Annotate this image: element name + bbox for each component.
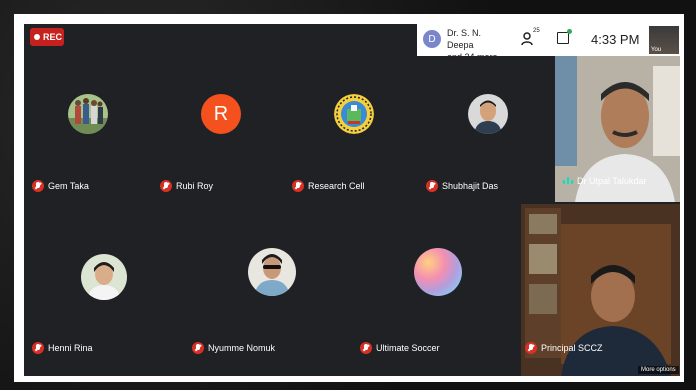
recording-badge: REC bbox=[30, 28, 64, 46]
chat-notification-dot bbox=[567, 29, 572, 34]
person-photo-icon bbox=[468, 94, 508, 134]
participant-name: Rubi Roy bbox=[176, 181, 214, 191]
speaking-indicator-icon bbox=[563, 176, 573, 186]
participant-name: Henni Rina bbox=[48, 343, 93, 353]
top-bar: D Dr. S. N. Deepa and 24 more 25 4:33 PM… bbox=[417, 24, 680, 62]
presenter-avatar[interactable]: D bbox=[423, 30, 441, 48]
participant-video-principal-sccz[interactable]: Principal SCCZ bbox=[521, 204, 680, 376]
record-dot-icon bbox=[34, 34, 40, 40]
participant-name: Ultimate Soccer bbox=[376, 343, 440, 353]
participant-video-dr-utpal-talukdar[interactable]: Dr Utpal Talukdar bbox=[555, 56, 680, 202]
participant-name-row: Rubi Roy bbox=[160, 180, 213, 192]
people-count-badge: 25 bbox=[533, 28, 540, 34]
avatar bbox=[248, 248, 296, 296]
mic-off-icon bbox=[160, 180, 172, 192]
participant-name-row: Ultimate Soccer bbox=[360, 342, 440, 354]
participant-name-row: Henni Rina bbox=[32, 342, 93, 354]
clock-time: 4:33 PM bbox=[591, 32, 640, 47]
presenter-info[interactable]: Dr. S. N. Deepa and 24 more bbox=[447, 27, 507, 63]
mic-off-icon bbox=[32, 180, 44, 192]
participant-name: Research Cell bbox=[308, 181, 365, 191]
mic-off-icon bbox=[292, 180, 304, 192]
person-photo-icon bbox=[248, 248, 296, 296]
participant-name-row: Nyumme Nomuk bbox=[192, 342, 275, 354]
people-icon[interactable] bbox=[521, 32, 537, 46]
self-view-label: You bbox=[651, 47, 662, 53]
group-photo-icon bbox=[68, 94, 108, 134]
avatar-letter: R bbox=[201, 94, 241, 134]
mic-off-icon bbox=[525, 342, 537, 354]
participant-name-row: Research Cell bbox=[292, 180, 365, 192]
avatar bbox=[468, 94, 508, 134]
meeting-grid: REC D Dr. S. N. Deepa and 24 more 25 4:3… bbox=[24, 24, 680, 376]
participant-name-row: Principal SCCZ bbox=[525, 342, 603, 354]
chat-icon[interactable] bbox=[557, 32, 569, 44]
mic-off-icon bbox=[360, 342, 372, 354]
presenter-name: Dr. S. N. Deepa bbox=[447, 28, 482, 50]
emblem-logo-icon bbox=[334, 94, 374, 134]
participant-name: Dr Utpal Talukdar bbox=[577, 176, 647, 186]
participant-name: Shubhajit Das bbox=[442, 181, 499, 191]
participant-name-row: Gem Taka bbox=[32, 180, 89, 192]
participant-name: Principal SCCZ bbox=[541, 343, 603, 353]
more-options-label[interactable]: More options bbox=[638, 366, 679, 374]
mic-off-icon bbox=[192, 342, 204, 354]
participant-name-row: Dr Utpal Talukdar bbox=[563, 176, 646, 186]
person-photo-icon bbox=[81, 254, 127, 300]
participant-name-row: Shubhajit Das bbox=[426, 180, 498, 192]
avatar bbox=[68, 94, 108, 134]
mic-off-icon bbox=[426, 180, 438, 192]
avatar bbox=[334, 94, 374, 134]
recording-label: REC bbox=[43, 32, 63, 42]
presenter-more: and 24 more bbox=[447, 52, 498, 62]
mic-off-icon bbox=[32, 342, 44, 354]
avatar bbox=[81, 254, 127, 300]
participant-name: Gem Taka bbox=[48, 181, 89, 191]
avatar-gradient bbox=[414, 248, 462, 296]
self-view-thumbnail[interactable]: You bbox=[649, 26, 679, 54]
participant-name: Nyumme Nomuk bbox=[208, 343, 276, 353]
